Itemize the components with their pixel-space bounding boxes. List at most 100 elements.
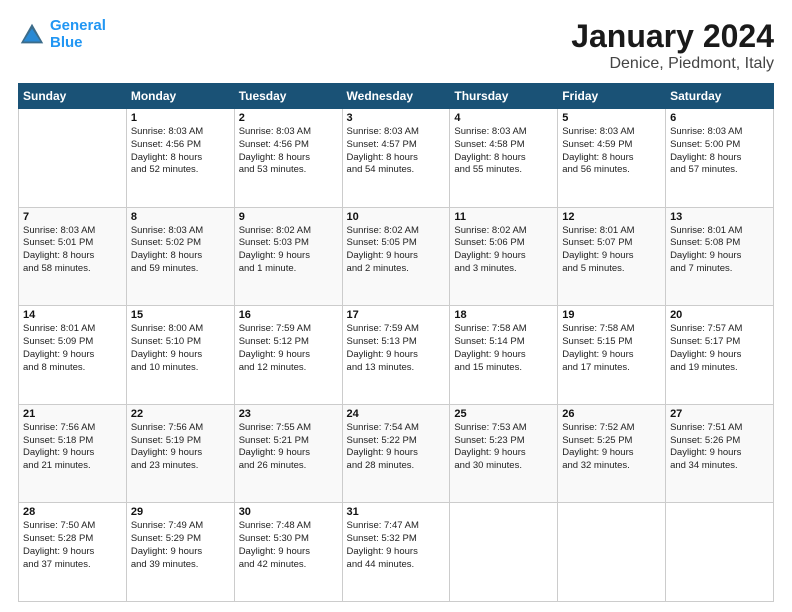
- title-block: January 2024 Denice, Piedmont, Italy: [571, 18, 774, 73]
- calendar-day-cell: 12 Sunrise: 8:01 AMSunset: 5:07 PMDayligh…: [558, 207, 666, 306]
- calendar-day-cell: 6 Sunrise: 8:03 AMSunset: 5:00 PMDaylight…: [666, 109, 774, 208]
- day-info: Sunrise: 7:49 AMSunset: 5:29 PMDaylight:…: [131, 520, 230, 571]
- day-info: Sunrise: 8:03 AMSunset: 5:00 PMDaylight:…: [670, 126, 769, 177]
- day-info: Sunrise: 8:03 AMSunset: 5:01 PMDaylight:…: [23, 225, 122, 276]
- calendar-day-cell: 1Sunrise: 8:03 AMSunset: 4:56 PMDaylight…: [126, 109, 234, 208]
- calendar-day-cell: 16Sunrise: 7:59 AMSunset: 5:12 PMDayligh…: [234, 306, 342, 405]
- calendar-day-cell: 13 Sunrise: 8:01 AMSunset: 5:08 PMDayligh…: [666, 207, 774, 306]
- calendar-day-cell: [666, 503, 774, 602]
- calendar-day-cell: [19, 109, 127, 208]
- calendar-day-cell: 26Sunrise: 7:52 AMSunset: 5:25 PMDayligh…: [558, 404, 666, 503]
- calendar-day-cell: [558, 503, 666, 602]
- calendar-day-cell: 25 Sunrise: 7:53 AMSunset: 5:23 PMDayligh…: [450, 404, 558, 503]
- calendar-day-cell: 24Sunrise: 7:54 AMSunset: 5:22 PMDayligh…: [342, 404, 450, 503]
- logo-blue: Blue: [50, 34, 83, 51]
- calendar-day-header: Saturday: [666, 84, 774, 109]
- day-info: Sunrise: 7:56 AMSunset: 5:18 PMDaylight:…: [23, 422, 122, 473]
- calendar-day-cell: 23 Sunrise: 7:55 AMSunset: 5:21 PMDayligh…: [234, 404, 342, 503]
- day-number: 28: [23, 506, 122, 518]
- day-number: 10: [347, 211, 446, 223]
- calendar-day-cell: 2 Sunrise: 8:03 AMSunset: 4:56 PMDaylight…: [234, 109, 342, 208]
- calendar-week-row: 28 Sunrise: 7:50 AMSunset: 5:28 PMDayligh…: [19, 503, 774, 602]
- day-info: Sunrise: 8:02 AMSunset: 5:03 PMDaylight:…: [239, 225, 338, 276]
- day-number: 14: [23, 309, 122, 321]
- calendar-week-row: 7 Sunrise: 8:03 AMSunset: 5:01 PMDaylight…: [19, 207, 774, 306]
- day-info: Sunrise: 8:03 AMSunset: 4:59 PMDaylight:…: [562, 126, 661, 177]
- day-info: Sunrise: 8:00 AMSunset: 5:10 PMDaylight:…: [131, 323, 230, 374]
- calendar-day-cell: 4Sunrise: 8:03 AMSunset: 4:58 PMDaylight…: [450, 109, 558, 208]
- day-number: 23: [239, 408, 338, 420]
- calendar-day-cell: 22 Sunrise: 7:56 AMSunset: 5:19 PMDayligh…: [126, 404, 234, 503]
- calendar-week-row: 21 Sunrise: 7:56 AMSunset: 5:18 PMDayligh…: [19, 404, 774, 503]
- calendar-day-cell: 17 Sunrise: 7:59 AMSunset: 5:13 PMDayligh…: [342, 306, 450, 405]
- day-number: 6: [670, 112, 769, 124]
- day-info: Sunrise: 8:03 AMSunset: 4:56 PMDaylight:…: [239, 126, 338, 177]
- calendar-day-cell: 18 Sunrise: 7:58 AMSunset: 5:14 PMDayligh…: [450, 306, 558, 405]
- day-info: Sunrise: 7:55 AMSunset: 5:21 PMDaylight:…: [239, 422, 338, 473]
- page: General Blue January 2024 Denice, Piedmo…: [0, 0, 792, 612]
- logo: General Blue: [18, 18, 106, 51]
- day-number: 20: [670, 309, 769, 321]
- day-number: 9: [239, 211, 338, 223]
- page-title: January 2024: [571, 18, 774, 55]
- day-number: 29: [131, 506, 230, 518]
- day-number: 12: [562, 211, 661, 223]
- day-info: Sunrise: 7:58 AMSunset: 5:14 PMDaylight:…: [454, 323, 553, 374]
- calendar-day-header: Monday: [126, 84, 234, 109]
- day-number: 19: [562, 309, 661, 321]
- day-number: 5: [562, 112, 661, 124]
- day-info: Sunrise: 8:01 AMSunset: 5:07 PMDaylight:…: [562, 225, 661, 276]
- day-number: 21: [23, 408, 122, 420]
- day-number: 4: [454, 112, 553, 124]
- day-info: Sunrise: 7:59 AMSunset: 5:13 PMDaylight:…: [347, 323, 446, 374]
- calendar-day-cell: 27 Sunrise: 7:51 AMSunset: 5:26 PMDayligh…: [666, 404, 774, 503]
- calendar-day-cell: 8 Sunrise: 8:03 AMSunset: 5:02 PMDaylight…: [126, 207, 234, 306]
- day-info: Sunrise: 7:50 AMSunset: 5:28 PMDaylight:…: [23, 520, 122, 571]
- calendar-day-cell: 14 Sunrise: 8:01 AMSunset: 5:09 PMDayligh…: [19, 306, 127, 405]
- logo-icon: [18, 21, 46, 49]
- day-number: 2: [239, 112, 338, 124]
- day-info: Sunrise: 8:03 AMSunset: 5:02 PMDaylight:…: [131, 225, 230, 276]
- day-info: Sunrise: 7:53 AMSunset: 5:23 PMDaylight:…: [454, 422, 553, 473]
- day-number: 7: [23, 211, 122, 223]
- day-info: Sunrise: 8:01 AMSunset: 5:08 PMDaylight:…: [670, 225, 769, 276]
- day-number: 30: [239, 506, 338, 518]
- day-info: Sunrise: 7:52 AMSunset: 5:25 PMDaylight:…: [562, 422, 661, 473]
- calendar-day-cell: 19 Sunrise: 7:58 AMSunset: 5:15 PMDayligh…: [558, 306, 666, 405]
- day-number: 8: [131, 211, 230, 223]
- day-number: 31: [347, 506, 446, 518]
- calendar-day-cell: 31 Sunrise: 7:47 AMSunset: 5:32 PMDayligh…: [342, 503, 450, 602]
- calendar-day-cell: 20Sunrise: 7:57 AMSunset: 5:17 PMDayligh…: [666, 306, 774, 405]
- day-number: 13: [670, 211, 769, 223]
- calendar-day-cell: 5 Sunrise: 8:03 AMSunset: 4:59 PMDaylight…: [558, 109, 666, 208]
- calendar-day-cell: 10Sunrise: 8:02 AMSunset: 5:05 PMDayligh…: [342, 207, 450, 306]
- day-number: 22: [131, 408, 230, 420]
- day-info: Sunrise: 7:58 AMSunset: 5:15 PMDaylight:…: [562, 323, 661, 374]
- day-info: Sunrise: 7:47 AMSunset: 5:32 PMDaylight:…: [347, 520, 446, 571]
- calendar-day-cell: [450, 503, 558, 602]
- day-number: 17: [347, 309, 446, 321]
- calendar-day-cell: 21 Sunrise: 7:56 AMSunset: 5:18 PMDayligh…: [19, 404, 127, 503]
- day-number: 25: [454, 408, 553, 420]
- calendar-day-cell: 9 Sunrise: 8:02 AMSunset: 5:03 PMDaylight…: [234, 207, 342, 306]
- day-info: Sunrise: 7:56 AMSunset: 5:19 PMDaylight:…: [131, 422, 230, 473]
- day-info: Sunrise: 7:51 AMSunset: 5:26 PMDaylight:…: [670, 422, 769, 473]
- calendar-day-header: Sunday: [19, 84, 127, 109]
- header: General Blue January 2024 Denice, Piedmo…: [18, 18, 774, 73]
- day-info: Sunrise: 8:03 AMSunset: 4:56 PMDaylight:…: [131, 126, 230, 177]
- calendar-day-header: Thursday: [450, 84, 558, 109]
- calendar-day-cell: 15 Sunrise: 8:00 AMSunset: 5:10 PMDayligh…: [126, 306, 234, 405]
- calendar-week-row: 1Sunrise: 8:03 AMSunset: 4:56 PMDaylight…: [19, 109, 774, 208]
- day-number: 27: [670, 408, 769, 420]
- calendar-week-row: 14 Sunrise: 8:01 AMSunset: 5:09 PMDayligh…: [19, 306, 774, 405]
- day-number: 15: [131, 309, 230, 321]
- day-info: Sunrise: 7:48 AMSunset: 5:30 PMDaylight:…: [239, 520, 338, 571]
- calendar-header-row: SundayMondayTuesdayWednesdayThursdayFrid…: [19, 84, 774, 109]
- calendar-day-header: Tuesday: [234, 84, 342, 109]
- day-number: 18: [454, 309, 553, 321]
- day-info: Sunrise: 8:01 AMSunset: 5:09 PMDaylight:…: [23, 323, 122, 374]
- calendar-day-cell: 11 Sunrise: 8:02 AMSunset: 5:06 PMDayligh…: [450, 207, 558, 306]
- day-number: 11: [454, 211, 553, 223]
- calendar-table: SundayMondayTuesdayWednesdayThursdayFrid…: [18, 83, 774, 602]
- day-info: Sunrise: 8:02 AMSunset: 5:06 PMDaylight:…: [454, 225, 553, 276]
